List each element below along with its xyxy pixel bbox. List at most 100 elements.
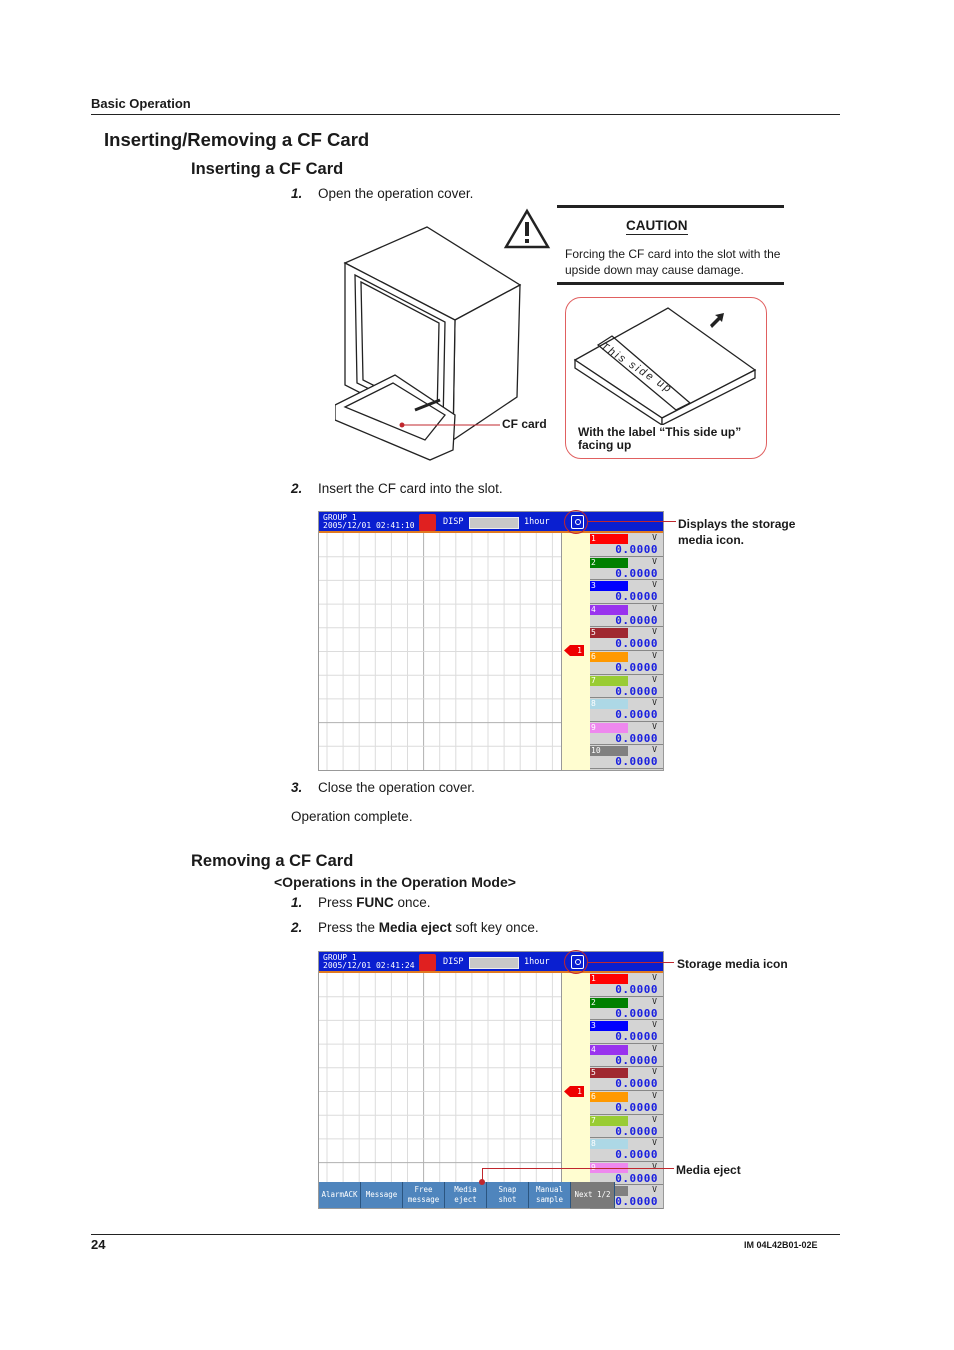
- operation-complete: Operation complete.: [291, 809, 413, 824]
- channel-unit: V: [652, 1161, 657, 1171]
- softkey-snap-shot[interactable]: Snap shot: [487, 1182, 529, 1208]
- step-number: 2.: [291, 481, 303, 496]
- channel-row: 9V0.0000: [590, 722, 663, 746]
- status-field: [469, 517, 519, 529]
- channel-unit: V: [652, 721, 657, 731]
- mode-label: DISP: [443, 957, 464, 967]
- channel-unit: V: [652, 580, 657, 590]
- channel-value: 0.0000: [615, 1124, 658, 1138]
- media-icon-highlight: [564, 510, 588, 534]
- insert-direction-arrow-icon: [710, 313, 724, 328]
- channel-value: 0.0000: [615, 1053, 658, 1067]
- channel-row: 1 V 0.0000: [590, 533, 663, 557]
- trend-grid: [319, 973, 561, 1208]
- group-datetime: GROUP 1 2005/12/01 02:41:10: [323, 514, 415, 530]
- channel-value: 0.0000: [615, 684, 658, 698]
- softkey-alarmack[interactable]: AlarmACK: [319, 1182, 361, 1208]
- channel-unit: V: [652, 603, 657, 613]
- channel-value: 0.0000: [615, 1171, 658, 1185]
- channel-value: 0.0000: [615, 566, 658, 580]
- caution-text: Forcing the CF card into the slot with t…: [565, 247, 781, 277]
- channel-value: 0.0000: [615, 613, 658, 627]
- time-span: 1hour: [524, 957, 550, 967]
- softkey-next-1-2[interactable]: Next 1/2: [571, 1182, 615, 1208]
- callout-line: [482, 1168, 674, 1169]
- step-number: 3.: [291, 780, 303, 795]
- channel-value: 0.0000: [615, 543, 658, 556]
- channel-row: 7 V 0.0000: [590, 1115, 663, 1139]
- scale-strip: 1: [561, 973, 591, 1208]
- channel-value: 0.0000: [615, 637, 658, 651]
- callout-line: [588, 962, 674, 963]
- time-span: 1hour: [524, 517, 550, 527]
- alarm-icon: [419, 954, 436, 971]
- storage-media-icon-callout: Storage media icon: [677, 957, 788, 971]
- channel-row: 7 V 0.0000: [590, 675, 663, 699]
- channel-marker: 1: [564, 645, 584, 656]
- channel-row: 10V0.0000: [590, 745, 663, 769]
- channel-panel: 1 V 0.0000 2 V 0.0000 3 V 0.0000 4 V 0.0000 5 V 0.0000…: [590, 533, 663, 770]
- channel-unit: V: [652, 1067, 657, 1077]
- channel-value: 0.0000: [615, 660, 658, 674]
- channel-row: 6 V 0.0000: [590, 1091, 663, 1115]
- softkey-manual-sample[interactable]: Manual sample: [529, 1182, 571, 1208]
- channel-row: 8 V 0.0000: [590, 1138, 663, 1162]
- step-text: Press the Media eject soft key once.: [318, 920, 539, 935]
- channel-unit: V: [652, 674, 657, 684]
- warning-icon: [503, 208, 551, 249]
- channel-unit: V: [652, 650, 657, 660]
- recorder-screen-2: GROUP 1 2005/12/01 02:41:24 DISP 1hour 1…: [318, 951, 664, 1209]
- softkey-bar: AlarmACK Message Free message Media eject Sn…: [319, 1182, 615, 1208]
- section-header: Basic Operation: [91, 96, 191, 111]
- recorder-screen-1: GROUP 1 2005/12/01 02:41:10 DISP 1hour 1…: [318, 511, 664, 771]
- media-icon-highlight: [564, 950, 588, 974]
- page-title: Inserting/Removing a CF Card: [104, 129, 370, 150]
- status-bar: GROUP 1 2005/12/01 02:41:10 DISP 1hour: [319, 512, 663, 533]
- channel-value: 0.0000: [615, 590, 658, 604]
- channel-row: 4 V 0.0000: [590, 604, 663, 628]
- channel-unit: V: [652, 698, 657, 708]
- caution-rule-bottom: [557, 282, 784, 285]
- channel-row: 1 V 0.0000: [590, 973, 663, 997]
- trend-grid: [319, 533, 561, 770]
- step-number: 2.: [291, 920, 303, 935]
- channel-unit: V: [652, 996, 657, 1006]
- channel-row: 6 V 0.0000: [590, 651, 663, 675]
- media-eject-callout: Media eject: [676, 1163, 741, 1177]
- group-datetime: GROUP 1 2005/12/01 02:41:24: [323, 954, 415, 970]
- channel-row: 3 V 0.0000: [590, 580, 663, 604]
- footer-rule: [91, 1234, 840, 1235]
- softkey-media-eject[interactable]: Media eject: [445, 1182, 487, 1208]
- channel-row: 8 V 0.0000: [590, 698, 663, 722]
- channel-row: 5 V 0.0000: [590, 627, 663, 651]
- softkey-free-message[interactable]: Free message: [403, 1182, 445, 1208]
- softkey-message[interactable]: Message: [361, 1182, 403, 1208]
- channel-unit: V: [652, 1043, 657, 1053]
- caution-rule-top: [557, 205, 784, 208]
- cf-card-label: CF card: [502, 417, 547, 431]
- channel-unit: V: [652, 1185, 657, 1195]
- mode-label: DISP: [443, 517, 464, 527]
- channel-row: 4 V 0.0000: [590, 1044, 663, 1068]
- scale-strip: 1: [561, 533, 591, 770]
- channel-value: 0.0000: [615, 1006, 658, 1020]
- channel-row: 5 V 0.0000: [590, 1067, 663, 1091]
- document-id: IM 04L42B01-02E: [744, 1240, 818, 1250]
- callout-dot: [479, 1179, 485, 1185]
- channel-row: 2 V 0.0000: [590, 997, 663, 1021]
- datetime: 2005/12/01 02:41:24: [323, 961, 415, 970]
- channel-value: 0.0000: [615, 731, 658, 745]
- channel-value: 0.0000: [615, 708, 658, 722]
- recorder-illustration: [335, 226, 522, 461]
- datetime: 2005/12/01 02:41:10: [323, 521, 415, 530]
- channel-value: 0.0000: [615, 1077, 658, 1091]
- channel-value: 0.0000: [615, 1195, 658, 1209]
- channel-unit: V: [652, 533, 657, 542]
- channel-unit: V: [652, 627, 657, 637]
- removing-heading: Removing a CF Card: [191, 852, 354, 870]
- page-number: 24: [91, 1237, 106, 1252]
- channel-unit: V: [652, 556, 657, 566]
- caution-title: CAUTION: [626, 218, 688, 235]
- step-text: Open the operation cover.: [318, 186, 474, 201]
- step-number: 1.: [291, 186, 303, 201]
